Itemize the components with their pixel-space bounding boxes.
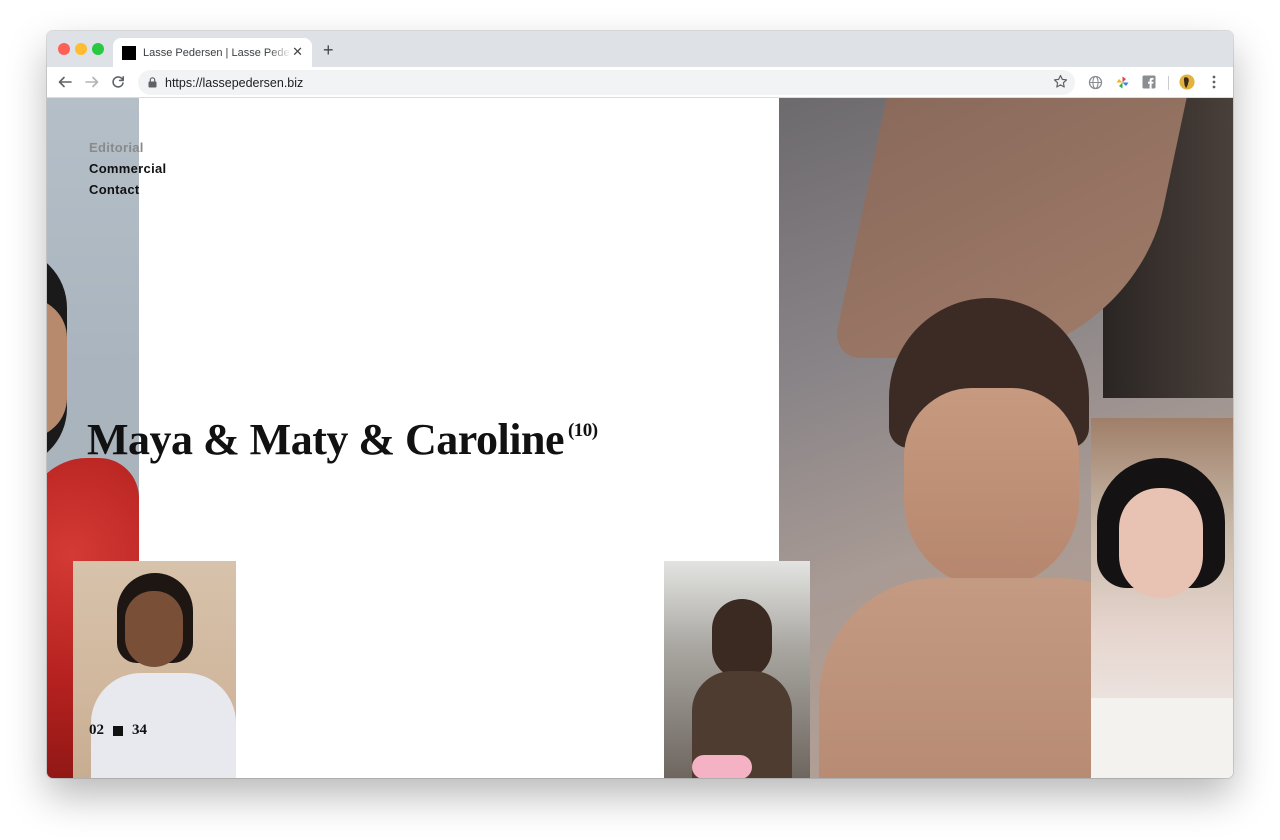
photo-thumbnail-car[interactable] — [664, 561, 810, 778]
nav-item-contact[interactable]: Contact — [89, 179, 166, 200]
color-pinwheel-icon — [1116, 76, 1128, 88]
tab-strip: Lasse Pedersen | Lasse Pedersen ✕ + — [47, 31, 1233, 67]
browser-tab[interactable]: Lasse Pedersen | Lasse Pedersen ✕ — [113, 38, 312, 67]
tab-close-icon[interactable]: ✕ — [292, 44, 303, 60]
counter-total: 34 — [132, 722, 147, 738]
maximize-window-button[interactable] — [92, 43, 104, 55]
toolbar-separator — [1168, 76, 1169, 90]
facebook-icon — [1142, 75, 1156, 89]
arrow-left-icon — [58, 76, 72, 88]
extension-colorful-button[interactable] — [1114, 74, 1130, 90]
arrow-right-icon — [85, 76, 99, 88]
close-window-button[interactable] — [58, 43, 70, 55]
lock-icon — [148, 77, 157, 88]
new-tab-button[interactable]: + — [323, 41, 334, 59]
counter-current: 02 — [89, 722, 104, 738]
star-icon — [1053, 74, 1068, 88]
more-vertical-icon — [1212, 75, 1216, 89]
address-bar[interactable]: https://lassepedersen.biz — [138, 70, 1075, 95]
page-content: Editorial Commercial Contact Maya & Maty… — [47, 98, 1233, 778]
reload-button[interactable] — [110, 74, 126, 90]
square-divider-icon — [113, 725, 123, 736]
browser-window: Lasse Pedersen | Lasse Pedersen ✕ + http… — [47, 31, 1233, 778]
nav-item-editorial[interactable]: Editorial — [89, 137, 166, 158]
project-title[interactable]: Maya & Maty & Caroline (10) — [87, 414, 598, 465]
avatar-icon — [1179, 74, 1195, 90]
photo-thumbnail-bob-haircut[interactable] — [1091, 418, 1233, 778]
bookmark-star-button[interactable] — [1053, 74, 1068, 94]
project-count: (10) — [567, 420, 598, 441]
site-navigation: Editorial Commercial Contact — [89, 137, 166, 200]
favicon-icon — [122, 45, 136, 60]
nav-item-commercial[interactable]: Commercial — [89, 158, 166, 179]
globe-icon — [1088, 75, 1102, 89]
extension-facebook-button[interactable] — [1141, 74, 1157, 90]
project-title-text: Maya & Maty & Caroline — [87, 415, 564, 464]
slide-counter: 02 34 — [89, 722, 147, 739]
extension-globe-button[interactable] — [1087, 74, 1103, 90]
browser-toolbar: https://lassepedersen.biz — [47, 67, 1233, 98]
url-text: https://lassepedersen.biz — [165, 75, 304, 90]
minimize-window-button[interactable] — [75, 43, 87, 55]
forward-button[interactable] — [84, 74, 100, 90]
back-button[interactable] — [57, 74, 73, 90]
browser-menu-button[interactable] — [1206, 74, 1222, 90]
profile-avatar-button[interactable] — [1179, 74, 1195, 90]
tab-title: Lasse Pedersen | Lasse Pedersen — [143, 46, 291, 59]
reload-icon — [112, 76, 124, 88]
photo-thumbnail-portrait[interactable] — [73, 561, 236, 778]
